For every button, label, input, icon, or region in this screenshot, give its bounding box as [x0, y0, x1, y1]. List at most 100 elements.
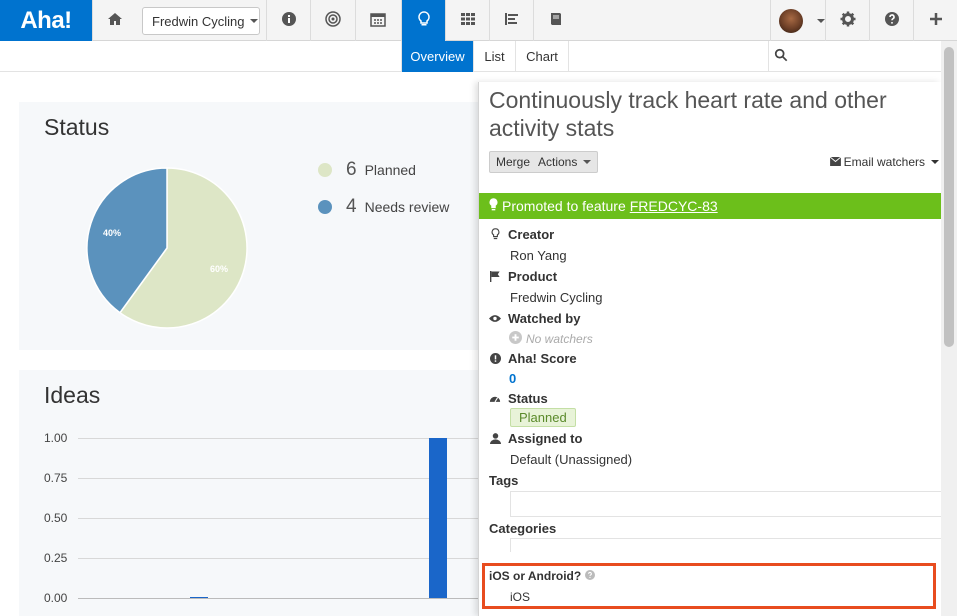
home-button[interactable] — [92, 0, 136, 41]
chevron-down-icon — [817, 19, 825, 23]
product-selector-label: Fredwin Cycling — [152, 13, 245, 29]
status-badge[interactable]: Planned — [510, 408, 576, 427]
chevron-down-icon — [250, 19, 259, 23]
target-icon — [324, 11, 341, 30]
dashboard-icon — [489, 392, 501, 404]
idea-detail-drawer: Continuously track heart rate and other … — [478, 82, 942, 616]
y-tick-label: 1.00 — [44, 431, 68, 445]
status-label: Status — [508, 391, 548, 406]
user-icon — [489, 432, 501, 444]
categories-input[interactable] — [510, 538, 942, 552]
promoted-feature-link[interactable]: FREDCYC-83 — [630, 198, 718, 214]
features-board-button[interactable] — [445, 0, 489, 41]
legend-dot-planned — [318, 163, 332, 177]
gridline — [78, 438, 478, 439]
legend-label-planned: Planned — [364, 162, 416, 178]
lightbulb-icon — [489, 198, 498, 214]
notebooks-button[interactable] — [533, 0, 577, 41]
ideas-title: Ideas — [44, 382, 101, 408]
tab-list[interactable]: List — [473, 41, 515, 72]
product-selector[interactable]: Fredwin Cycling — [142, 7, 260, 35]
add-watcher-button[interactable]: No watchers — [509, 331, 593, 347]
help-icon[interactable] — [585, 569, 596, 583]
home-icon — [107, 11, 123, 30]
legend-item-needs-review: 4 Needs review — [318, 196, 449, 218]
tags-label: Tags — [489, 473, 519, 488]
roadmap-button[interactable] — [489, 0, 533, 41]
avatar[interactable] — [779, 9, 803, 33]
legend-count-planned: 6 — [346, 159, 357, 180]
ideas-button[interactable] — [401, 0, 445, 41]
status-pie-chart: 60% 40% — [86, 167, 248, 329]
custom-field-label: iOS or Android? — [489, 569, 596, 583]
chart-bar[interactable] — [190, 597, 208, 598]
gridline — [78, 478, 478, 479]
settings-button[interactable] — [825, 0, 869, 41]
gear-icon — [840, 11, 856, 30]
product-value: Fredwin Cycling — [510, 290, 603, 305]
book-icon — [548, 11, 564, 30]
chart-bar[interactable] — [429, 438, 447, 598]
assigned-to-value[interactable]: Default (Unassigned) — [510, 452, 632, 467]
custom-field-value[interactable]: iOS — [510, 590, 530, 604]
help-icon — [884, 11, 900, 30]
idea-title[interactable]: Continuously track heart rate and other … — [489, 86, 929, 142]
legend-dot-needs-review — [318, 200, 332, 214]
flag-icon — [489, 270, 501, 282]
watched-by-label: Watched by — [508, 311, 581, 326]
search-icon — [774, 48, 788, 65]
calendar-button[interactable] — [355, 0, 399, 41]
info-button[interactable] — [266, 0, 310, 41]
legend-label-needs-review: Needs review — [364, 199, 450, 215]
grid-icon — [460, 11, 476, 30]
align-left-icon — [504, 11, 520, 30]
legend-count-needs-review: 4 — [346, 196, 357, 217]
creator-value[interactable]: Ron Yang — [510, 248, 567, 263]
actions-label: Actions — [538, 155, 578, 169]
custom-field-label-text: iOS or Android? — [489, 569, 582, 583]
lightbulb-icon — [489, 228, 501, 240]
add-button[interactable] — [913, 0, 957, 41]
aha-logo[interactable]: Aha! — [0, 0, 92, 41]
y-tick-label: 0.50 — [44, 511, 68, 525]
y-tick-label: 0.00 — [44, 591, 68, 605]
actions-dropdown[interactable]: Actions — [532, 151, 599, 173]
merge-button[interactable]: Merge — [489, 151, 538, 173]
assigned-to-label: Assigned to — [508, 431, 583, 446]
promoted-banner: Promoted to feature FREDCYC-83 — [479, 193, 942, 219]
chevron-down-icon — [583, 160, 592, 164]
search-input[interactable] — [768, 41, 957, 72]
tab-chart[interactable]: Chart — [515, 41, 569, 72]
product-label: Product — [508, 269, 558, 284]
scrollbar-thumb[interactable] — [944, 47, 954, 347]
tags-input[interactable] — [510, 491, 942, 517]
creator-label: Creator — [508, 227, 555, 242]
aha-score-value[interactable]: 0 — [509, 371, 516, 386]
y-tick-label: 0.75 — [44, 471, 68, 485]
promoted-text: Promoted to feature — [502, 198, 626, 214]
categories-label: Categories — [489, 521, 557, 536]
goals-button[interactable] — [310, 0, 354, 41]
gridline — [78, 518, 478, 519]
y-tick-label: 0.25 — [44, 551, 68, 565]
pie-label-planned: 60% — [210, 264, 228, 274]
plus-circle-icon — [509, 331, 522, 347]
top-navigation-bar: Aha! Fredwin Cycling — [0, 0, 957, 41]
sub-navigation-bar: Overview List Chart — [0, 41, 957, 72]
status-title: Status — [44, 114, 110, 140]
x-axis-line — [78, 598, 478, 599]
page-scrollbar[interactable] — [941, 41, 957, 616]
eye-icon — [489, 312, 501, 324]
legend-item-planned: 6 Planned — [318, 159, 416, 181]
aha-score-label: Aha! Score — [508, 351, 577, 366]
lightbulb-icon — [416, 11, 432, 30]
status-panel: Status 60% 40% 6 Planned 4 Needs review — [19, 102, 479, 350]
email-watchers-button[interactable]: Email watchers — [829, 155, 939, 169]
info-icon — [281, 11, 297, 30]
watched-by-value: No watchers — [526, 332, 593, 346]
pie-label-needs-review: 40% — [103, 228, 121, 238]
tab-overview[interactable]: Overview — [401, 41, 473, 72]
help-button[interactable] — [869, 0, 913, 41]
calendar-icon — [369, 11, 386, 30]
chevron-down-icon — [931, 160, 939, 164]
